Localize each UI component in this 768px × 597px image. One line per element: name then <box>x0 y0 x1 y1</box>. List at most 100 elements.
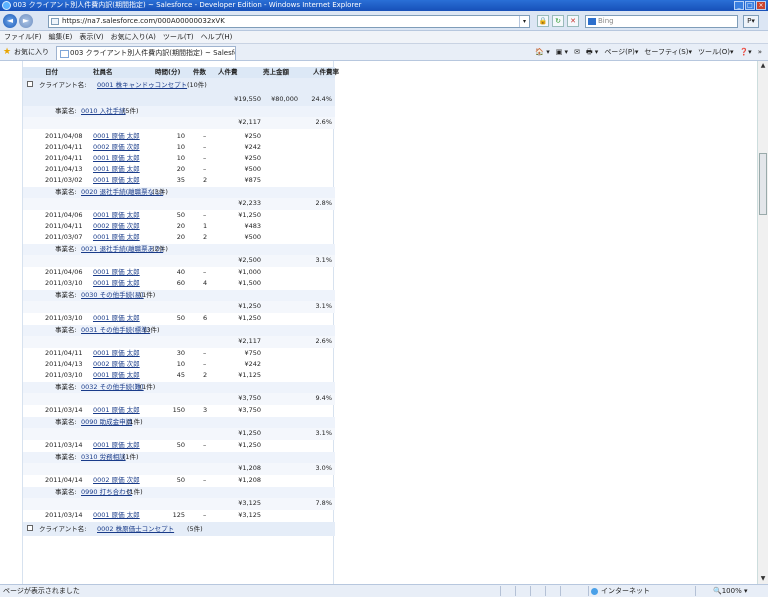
project-count: (1件) <box>127 418 143 426</box>
search-input[interactable]: Bing <box>585 15 738 28</box>
minimize-button[interactable]: _ <box>734 1 744 10</box>
lock-icon[interactable]: 🔒 <box>537 15 549 27</box>
close-button[interactable]: × <box>756 1 766 10</box>
employee-link[interactable]: 0002 原価 次郎 <box>93 359 140 370</box>
search-button[interactable]: P▾ <box>743 15 759 28</box>
command-bar: 🏠 ▾ ▣ ▾ ✉ 🖶 ▾ ページ(P)▾ セーフティ(S)▾ ツール(O)▾ … <box>535 44 762 61</box>
stop-icon[interactable]: ✕ <box>567 15 579 27</box>
project-link[interactable]: 0010 入社手続 <box>81 106 126 117</box>
detail-minutes: 50 <box>176 476 185 484</box>
employee-link[interactable]: 0001 原価 太郎 <box>93 348 140 359</box>
menu-favorites[interactable]: お気に入り(A) <box>111 31 156 43</box>
menu-bar: ファイル(F) 編集(E) 表示(V) お気に入り(A) ツール(T) ヘルプ(… <box>0 31 768 44</box>
scroll-up-icon[interactable]: ▲ <box>758 61 768 71</box>
detail-count: – <box>203 511 207 519</box>
column-header-count: 件数 <box>193 68 206 76</box>
detail-row: 2011/03/10 0001 原価 太郎 60 4 ¥1,500 <box>23 278 335 289</box>
detail-date: 2011/04/11 <box>45 143 83 151</box>
project-subtotal-rate: 2.6% <box>315 118 332 126</box>
overflow-chevron-icon[interactable]: » <box>758 44 762 61</box>
project-link[interactable]: 0090 助成金申請 <box>81 417 132 428</box>
refresh-icon[interactable]: ↻ <box>552 15 564 27</box>
employee-link[interactable]: 0002 原価 次郎 <box>93 475 140 486</box>
feeds-icon[interactable]: ▣ ▾ <box>556 44 568 61</box>
window-titlebar: 003 クライアント別人件費内訳(期間指定) ~ Salesforce - De… <box>0 0 768 11</box>
employee-link[interactable]: 0001 原価 太郎 <box>93 131 140 142</box>
project-count: (1件) <box>139 291 156 299</box>
detail-row: 2011/04/13 0002 原価 次郎 10 – ¥242 <box>23 359 335 370</box>
help-icon[interactable]: ❓▾ <box>739 44 751 61</box>
home-icon[interactable]: 🏠 ▾ <box>535 44 549 61</box>
detail-date: 2011/03/14 <box>45 511 83 519</box>
employee-link[interactable]: 0002 原価 次郎 <box>93 142 140 153</box>
project-link[interactable]: 0021 退社手続(離職票あり) <box>81 244 163 255</box>
employee-link[interactable]: 0001 原価 太郎 <box>93 405 140 416</box>
group-toggle-checkbox[interactable] <box>27 525 33 531</box>
detail-count: – <box>203 476 207 484</box>
project-link[interactable]: 0020 退社手続(離職票なし) <box>81 187 163 198</box>
client-link[interactable]: 0002 株原価士コンセプト <box>97 522 174 536</box>
mail-icon[interactable]: ✉ <box>574 44 580 61</box>
detail-count: – <box>203 268 207 276</box>
employee-link[interactable]: 0001 原価 太郎 <box>93 313 140 324</box>
menu-help[interactable]: ヘルプ(H) <box>201 31 233 43</box>
client-count: (10件) <box>187 81 207 89</box>
safety-menu[interactable]: セーフティ(S)▾ <box>644 44 692 61</box>
browser-tab[interactable]: 003 クライアント別人件費内訳(期間指定) ~ Salesforce... <box>56 46 236 60</box>
employee-link[interactable]: 0001 原価 太郎 <box>93 210 140 221</box>
project-subtotal-rate: 9.4% <box>315 394 332 402</box>
detail-count: – <box>203 143 207 151</box>
address-bar[interactable]: https://na7.salesforce.com/000A00000032x… <box>48 15 530 28</box>
project-subtotal-rate: 3.0% <box>315 464 332 472</box>
project-subtotal-rate: 2.8% <box>315 199 332 207</box>
project-subtotal-row: ¥2,117 2.6% <box>23 117 335 129</box>
project-link[interactable]: 0032 その他手続(難) <box>81 382 144 393</box>
employee-link[interactable]: 0001 原価 太郎 <box>93 232 140 243</box>
detail-minutes: 30 <box>176 349 185 357</box>
employee-link[interactable]: 0001 原価 太郎 <box>93 370 140 381</box>
address-dropdown-icon[interactable]: ▾ <box>519 16 529 27</box>
detail-minutes: 50 <box>176 314 185 322</box>
client-link[interactable]: 0001 株キャンドゥコンセプト <box>97 78 187 92</box>
print-icon[interactable]: 🖶 ▾ <box>586 44 598 61</box>
project-link[interactable]: 0990 打ち合わせ <box>81 487 132 498</box>
employee-link[interactable]: 0001 原価 太郎 <box>93 278 140 289</box>
detail-minutes: 20 <box>176 165 185 173</box>
detail-date: 2011/03/14 <box>45 441 83 449</box>
menu-edit[interactable]: 編集(E) <box>49 31 73 43</box>
employee-link[interactable]: 0001 原価 太郎 <box>93 164 140 175</box>
employee-link[interactable]: 0001 原価 太郎 <box>93 175 140 186</box>
zoom-control[interactable]: 🔍100% ▾ <box>713 585 747 597</box>
page-menu[interactable]: ページ(P)▾ <box>604 44 638 61</box>
detail-cost: ¥1,250 <box>238 441 261 449</box>
employee-link[interactable]: 0001 原価 太郎 <box>93 510 140 521</box>
project-subtotal-cost: ¥3,750 <box>238 394 261 402</box>
favorites-button[interactable]: お気に入り <box>14 44 49 61</box>
vertical-scrollbar[interactable]: ▲ ▼ <box>757 61 768 584</box>
group-toggle-checkbox[interactable] <box>27 81 33 87</box>
detail-minutes: 10 <box>176 143 185 151</box>
scroll-thumb[interactable] <box>759 153 767 215</box>
project-link[interactable]: 0031 その他手続(標準) <box>81 325 150 336</box>
window-title: 003 クライアント別人件費内訳(期間指定) ~ Salesforce - De… <box>13 1 362 9</box>
status-message: ページが表示されました <box>3 587 80 595</box>
detail-row: 2011/03/14 0001 原価 太郎 150 3 ¥3,750 <box>23 405 335 416</box>
menu-view[interactable]: 表示(V) <box>79 31 103 43</box>
tools-menu[interactable]: ツール(O)▾ <box>698 44 734 61</box>
window-controls: _ □ × <box>734 1 766 10</box>
menu-tools[interactable]: ツール(T) <box>163 31 194 43</box>
project-link[interactable]: 0310 労務相談 <box>81 452 126 463</box>
employee-link[interactable]: 0001 原価 太郎 <box>93 440 140 451</box>
employee-link[interactable]: 0001 原価 太郎 <box>93 153 140 164</box>
scroll-down-icon[interactable]: ▼ <box>758 574 768 584</box>
back-button[interactable]: ◄ <box>3 14 17 28</box>
detail-row: 2011/03/10 0001 原価 太郎 45 2 ¥1,125 <box>23 370 335 381</box>
forward-button[interactable]: ► <box>19 14 33 28</box>
maximize-button[interactable]: □ <box>745 1 755 10</box>
detail-cost: ¥3,750 <box>238 406 261 414</box>
employee-link[interactable]: 0002 原価 次郎 <box>93 221 140 232</box>
menu-file[interactable]: ファイル(F) <box>4 31 42 43</box>
search-placeholder: Bing <box>598 17 614 25</box>
employee-link[interactable]: 0001 原価 太郎 <box>93 267 140 278</box>
project-link[interactable]: 0030 その他手続(易) <box>81 290 144 301</box>
